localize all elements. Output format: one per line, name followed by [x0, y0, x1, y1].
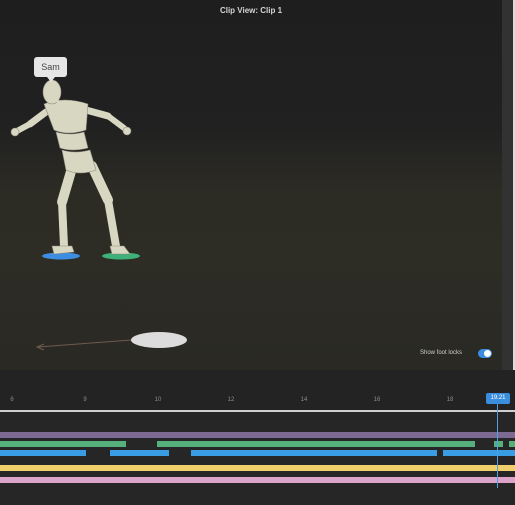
- track-segment[interactable]: [0, 450, 86, 456]
- tick-label: 9: [83, 397, 87, 403]
- tick-label: 16: [373, 397, 381, 403]
- toggle-switch-icon[interactable]: [478, 349, 492, 358]
- toggle-knob: [484, 350, 491, 357]
- track-segment[interactable]: [191, 450, 437, 456]
- tick-label: 12: [227, 397, 235, 403]
- track-segment[interactable]: [509, 441, 515, 447]
- character-mannequin[interactable]: [0, 0, 502, 370]
- tick-label: 10: [154, 397, 162, 403]
- time-ruler[interactable]: 6 9 10 12 14 16 18: [0, 370, 515, 410]
- track-purple[interactable]: [0, 432, 515, 438]
- track-segment[interactable]: [110, 450, 169, 456]
- foot-lock-label: Show foot locks: [420, 350, 463, 356]
- playhead-line[interactable]: [497, 402, 498, 488]
- track-green[interactable]: [0, 441, 515, 447]
- name-tag-pointer: [47, 77, 55, 82]
- track-yellow[interactable]: [0, 465, 515, 471]
- track-segment[interactable]: [0, 465, 515, 471]
- track-segment[interactable]: [0, 441, 126, 447]
- tick-label: 6: [10, 397, 14, 403]
- track-blue[interactable]: [0, 450, 515, 456]
- timeline-panel[interactable]: 6 9 10 12 14 16 18 19.21: [0, 370, 515, 505]
- track-pink[interactable]: [0, 477, 515, 483]
- character-name-tag: Sam: [34, 57, 67, 77]
- track-segment[interactable]: [494, 441, 503, 447]
- ruler-baseline: [0, 410, 515, 412]
- track-segment[interactable]: [0, 477, 515, 483]
- track-segment[interactable]: [157, 441, 475, 447]
- playhead-time-badge[interactable]: 19.21: [486, 393, 510, 404]
- track-segment[interactable]: [443, 450, 515, 456]
- clip-viewport[interactable]: Clip View: Clip 1 Sam Show foot locks: [0, 0, 502, 370]
- tick-label: 14: [300, 397, 308, 403]
- tick-label: 18: [446, 397, 454, 403]
- track-segment[interactable]: [0, 432, 515, 438]
